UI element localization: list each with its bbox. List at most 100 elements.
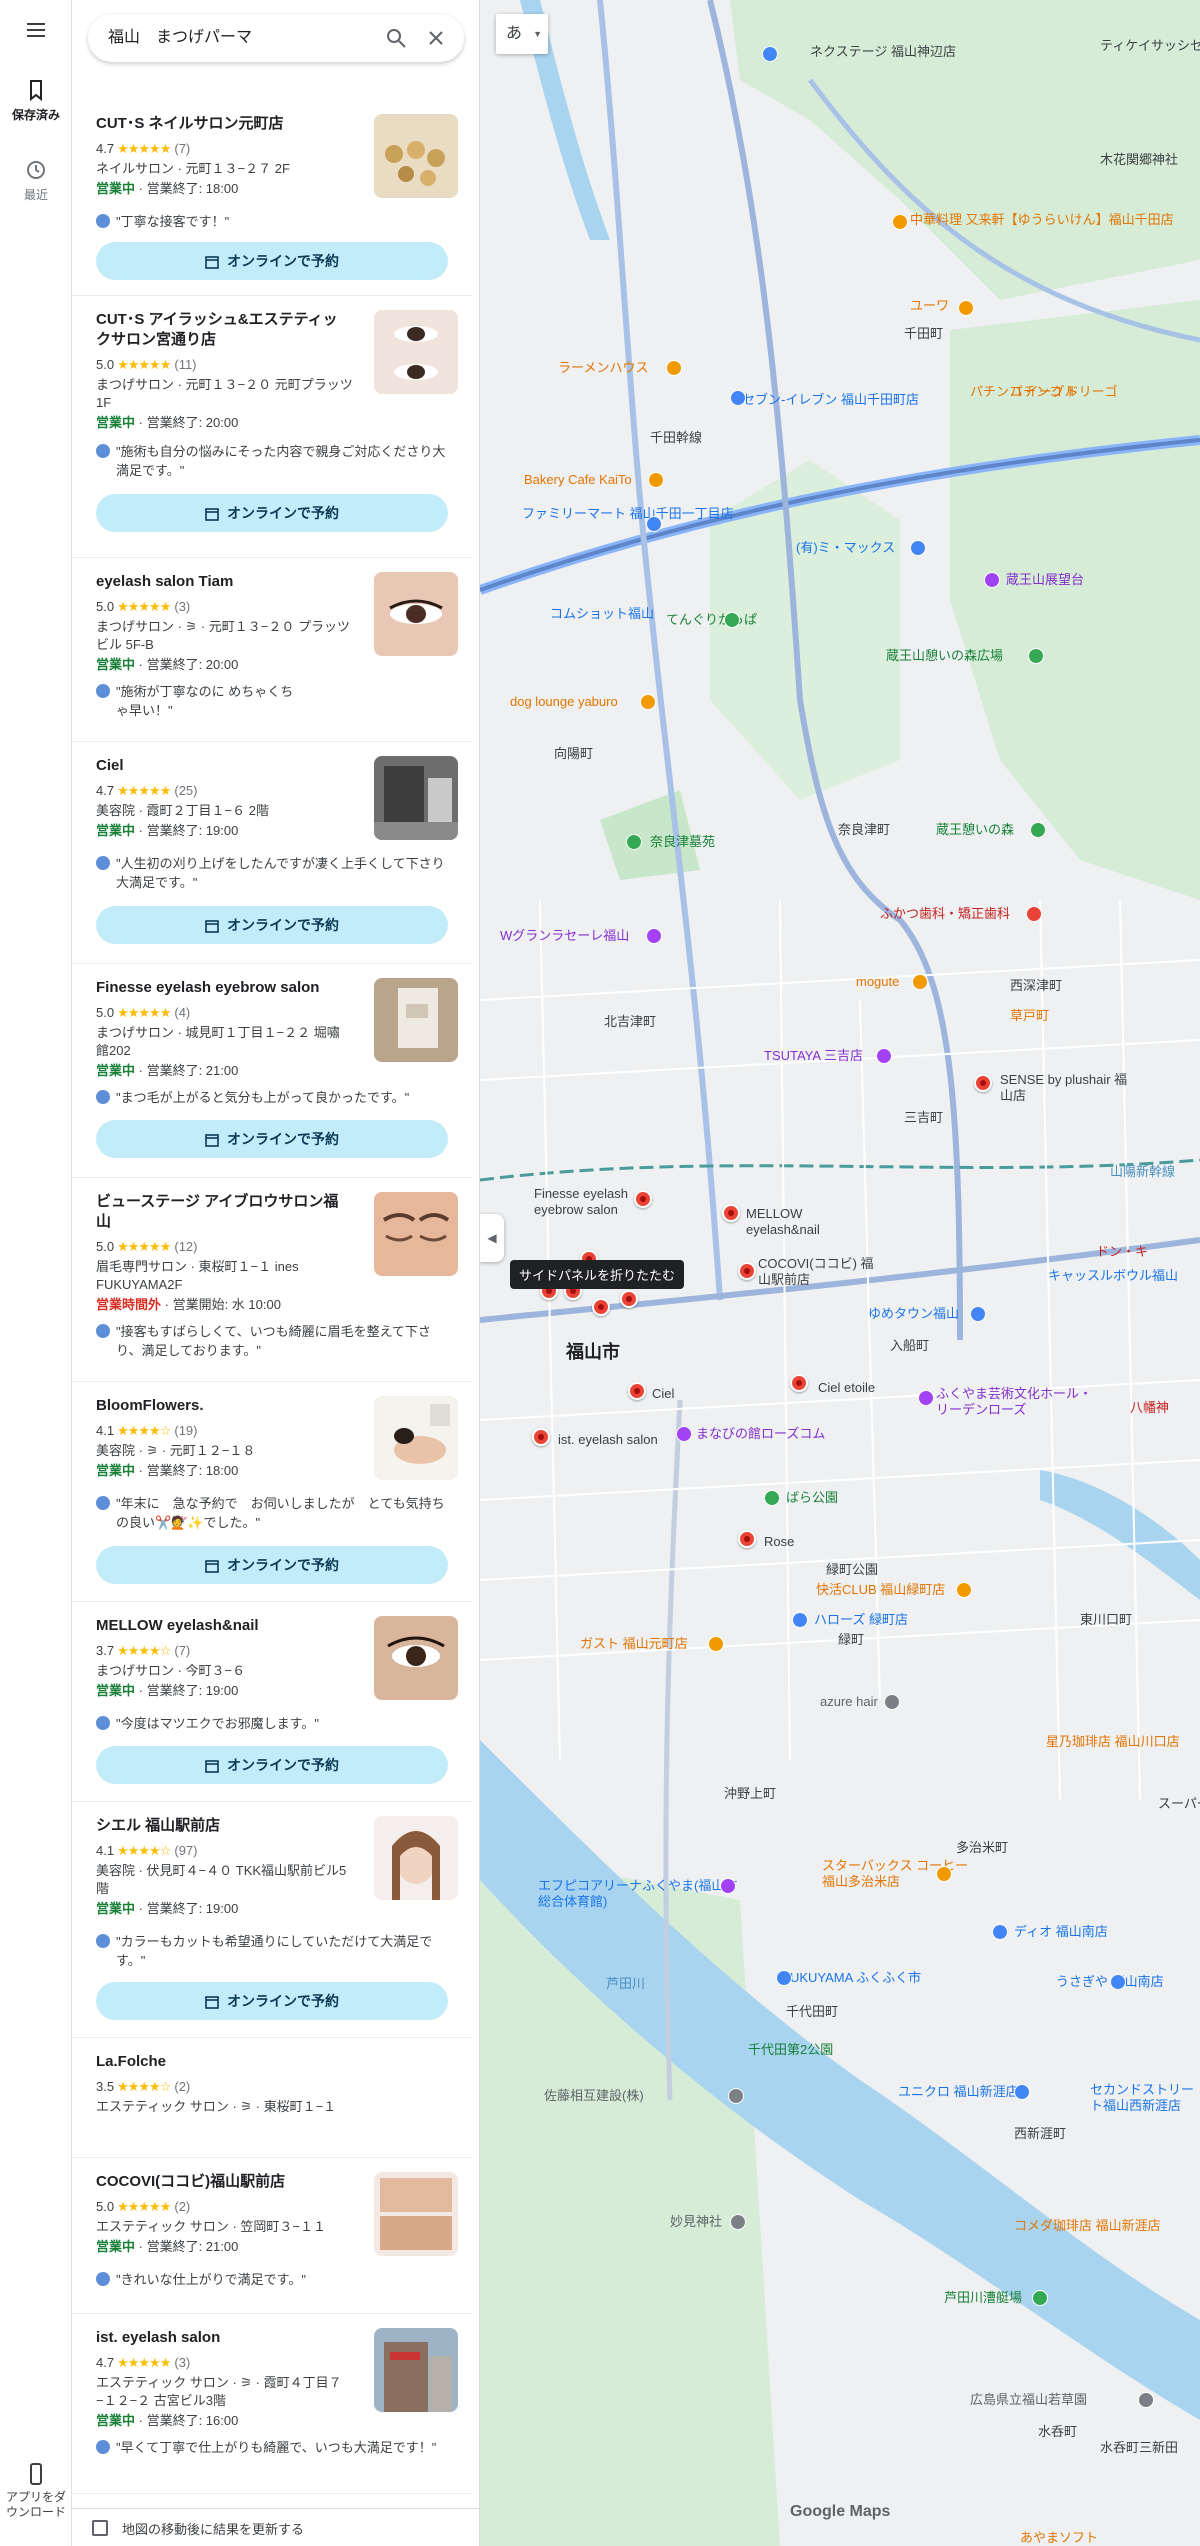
- map-poi[interactable]: [666, 360, 682, 376]
- map-label[interactable]: コムショット福山: [550, 606, 654, 622]
- map-poi[interactable]: [984, 572, 1000, 588]
- map-label[interactable]: てんぐりかっぱ: [666, 612, 757, 628]
- result-photo[interactable]: [374, 572, 458, 656]
- map-label[interactable]: ゆめタウン福山: [868, 1306, 959, 1322]
- result-pin[interactable]: [738, 1530, 756, 1548]
- map-label[interactable]: 向陽町: [554, 746, 593, 762]
- map-label[interactable]: Bakery Cafe KaiTo: [524, 472, 632, 488]
- map-label[interactable]: 快活CLUB 福山緑町店: [816, 1582, 945, 1598]
- map-label[interactable]: 広島県立福山若草園: [970, 2392, 1087, 2408]
- map-label[interactable]: 蔵王山展望台: [1006, 572, 1084, 588]
- map-label[interactable]: 西新涯町: [1014, 2126, 1066, 2142]
- book-online-button[interactable]: オンラインで予約: [96, 1982, 448, 2020]
- close-icon[interactable]: [424, 26, 448, 50]
- result-name[interactable]: ist. eyelash salon: [96, 2328, 346, 2348]
- map-canvas[interactable]: あ▼ ネクステージ 福山神辺店 ティケイサッシセンタ 木花関郷神社 中華料理 又…: [480, 0, 1200, 2546]
- map-label[interactable]: 八幡神: [1130, 1400, 1169, 1416]
- map-label[interactable]: 三吉町: [904, 1110, 943, 1126]
- map-label[interactable]: セカンドストリート福山西新涯店: [1090, 2082, 1200, 2114]
- book-online-button[interactable]: オンラインで予約: [96, 494, 448, 532]
- result-item[interactable]: La.Folche 3.5 ★★★★☆ (2) エステティック サロン · ⚞ · …: [72, 2038, 472, 2158]
- map-poi[interactable]: [648, 472, 664, 488]
- map-label[interactable]: コメダ珈琲店 福山新涯店: [1014, 2218, 1161, 2234]
- map-label[interactable]: 妙見神社: [670, 2214, 722, 2230]
- map-poi[interactable]: [764, 1490, 780, 1506]
- map-label[interactable]: dog lounge yaburo: [510, 694, 618, 710]
- recent-button[interactable]: 最近: [0, 158, 72, 203]
- map-label[interactable]: ガスト 福山元町店: [580, 1636, 688, 1652]
- map-label[interactable]: Ciel: [652, 1386, 674, 1402]
- map-label[interactable]: TSUTAYA 三吉店: [764, 1048, 863, 1064]
- map-label[interactable]: Ciel etoile: [818, 1380, 875, 1396]
- map-label[interactable]: ファミリーマート 福山千田一丁目店: [522, 506, 734, 522]
- map-label[interactable]: 緑町公園: [826, 1562, 878, 1578]
- result-name[interactable]: COCOVI(ココビ)福山駅前店: [96, 2172, 346, 2192]
- map-label[interactable]: 芦田川漕艇場: [944, 2290, 1022, 2306]
- result-item[interactable]: Ciel 4.7 ★★★★★ (25) 美容院 · 霞町２丁目１−６ 2階 営業中 …: [72, 742, 472, 964]
- map-label[interactable]: セブン-イレブン 福山千田町店: [742, 392, 919, 408]
- result-item[interactable]: COCOVI(ココビ)福山駅前店 5.0 ★★★★★ (2) エステティック サロン…: [72, 2158, 472, 2314]
- map-label[interactable]: (有)ミ・マックス: [796, 540, 895, 556]
- input-language-button[interactable]: あ ▼: [496, 14, 548, 54]
- map-label[interactable]: 星乃珈琲店 福山川口店: [1046, 1734, 1180, 1750]
- map-label[interactable]: 木花関郷神社: [1100, 152, 1178, 168]
- map-label[interactable]: スーパー銭: [1158, 1796, 1200, 1812]
- download-app-button[interactable]: アプリをダ ウンロード: [0, 2462, 72, 2520]
- update-results-checkbox[interactable]: [92, 2520, 108, 2536]
- book-online-button[interactable]: オンラインで予約: [96, 906, 448, 944]
- map-label[interactable]: 北吉津町: [604, 1014, 656, 1030]
- map-poi[interactable]: [1014, 2084, 1030, 2100]
- map-label[interactable]: Wグランラセーレ福山: [500, 928, 629, 944]
- result-photo[interactable]: [374, 310, 458, 394]
- result-pin[interactable]: [790, 1374, 808, 1392]
- map-label[interactable]: 緑町: [838, 1632, 864, 1648]
- map-poi[interactable]: [676, 1426, 692, 1442]
- result-pin[interactable]: [532, 1428, 550, 1446]
- result-item[interactable]: MELLOW eyelash&nail 3.7 ★★★★☆ (7) まつげサロン ·…: [72, 1602, 472, 1802]
- map-poi[interactable]: [776, 1970, 792, 1986]
- map-label[interactable]: ネクステージ 福山神辺店: [810, 44, 956, 60]
- result-name[interactable]: シエル 福山駅前店: [96, 1816, 346, 1836]
- map-label[interactable]: エフピコアリーナふくやま(福山市総合体育館): [538, 1878, 738, 1910]
- map-label[interactable]: COCOVI(ココビ) 福山駅前店: [758, 1256, 878, 1288]
- map-label[interactable]: MELLOW eyelash&nail: [746, 1206, 856, 1238]
- map-label[interactable]: ist. eyelash salon: [558, 1432, 658, 1448]
- map-label[interactable]: FUKUYAMA ふくふく市: [782, 1970, 921, 1986]
- map-label[interactable]: 芦田川: [606, 1976, 645, 1992]
- map-label[interactable]: Finesse eyelash eyebrow salon: [534, 1186, 634, 1218]
- result-pin[interactable]: [634, 1190, 652, 1208]
- map-label[interactable]: 千田町: [904, 326, 943, 342]
- map-poi[interactable]: [1026, 906, 1042, 922]
- map-label[interactable]: ティケイサッシセンタ: [1100, 38, 1200, 54]
- map-label[interactable]: 西深津町: [1010, 978, 1062, 994]
- saved-button[interactable]: 保存済み: [0, 78, 72, 123]
- map-poi[interactable]: [936, 1866, 952, 1882]
- map-label[interactable]: 多治米町: [956, 1840, 1008, 1856]
- result-photo[interactable]: [374, 978, 458, 1062]
- result-name[interactable]: Finesse eyelash eyebrow salon: [96, 978, 346, 998]
- result-pin[interactable]: [592, 1298, 610, 1316]
- search-input[interactable]: [108, 14, 358, 62]
- map-poi[interactable]: [910, 540, 926, 556]
- map-poi[interactable]: [1138, 2392, 1154, 2408]
- map-poi[interactable]: [1030, 822, 1046, 838]
- result-item[interactable]: Finesse eyelash eyebrow salon 5.0 ★★★★★ (4…: [72, 964, 472, 1178]
- map-poi[interactable]: [992, 1924, 1008, 1940]
- result-name[interactable]: eyelash salon Tiam: [96, 572, 346, 592]
- map-poi[interactable]: [724, 612, 740, 628]
- search-icon[interactable]: [384, 26, 408, 50]
- result-name[interactable]: La.Folche: [96, 2052, 346, 2072]
- result-item[interactable]: eyelash salon Tiam 5.0 ★★★★★ (3) まつげサロン · …: [72, 558, 472, 742]
- map-poi[interactable]: [626, 834, 642, 850]
- map-poi[interactable]: [730, 390, 746, 406]
- map-label[interactable]: ドン・キ: [1096, 1244, 1148, 1260]
- map-poi[interactable]: [640, 694, 656, 710]
- map-label[interactable]: 入船町: [890, 1338, 929, 1354]
- map-label[interactable]: 沖野上町: [724, 1786, 776, 1802]
- map-label[interactable]: 中華料理 又来軒【ゆうらいけん】福山千田店: [910, 212, 1174, 228]
- result-photo[interactable]: [374, 1616, 458, 1700]
- result-pin[interactable]: [722, 1204, 740, 1222]
- map-label[interactable]: 千田幹線: [650, 430, 702, 446]
- collapse-panel-button[interactable]: ◀: [480, 1214, 504, 1262]
- map-label[interactable]: mogute: [856, 974, 899, 990]
